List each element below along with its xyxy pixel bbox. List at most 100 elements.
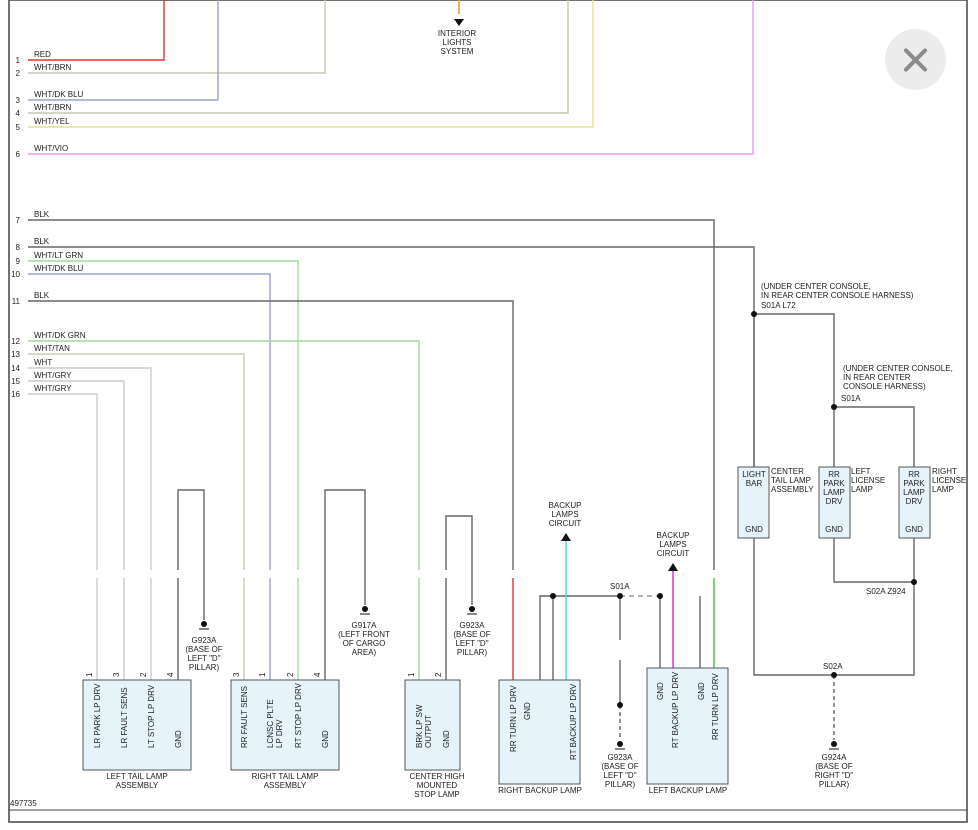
pin-number: 7 xyxy=(16,216,21,225)
ground-icon xyxy=(615,741,625,750)
ground-label: G917A (LEFT FRONT OF CARGO AREA) xyxy=(338,621,390,657)
rb-gnd xyxy=(539,595,620,680)
gnd-label: GND xyxy=(905,525,923,534)
wire-color-label: WHT xyxy=(34,358,52,367)
pin-function: GND xyxy=(442,730,451,748)
pin-number: 3 xyxy=(112,672,121,677)
pin-number: 2 xyxy=(16,69,21,78)
wire-color-label: WHT/VIO xyxy=(34,144,68,153)
wire-16 xyxy=(28,393,98,570)
arrow-down-icon xyxy=(454,19,464,26)
pin-function: LR PARK LP DRV xyxy=(93,683,102,748)
text-layer: 497735 INTERIOR LIGHTS SYSTEM 1 RED 2 WHT/BRN 3 W… xyxy=(10,29,966,808)
pin-number: 15 xyxy=(11,377,20,386)
ground-label: G924A (BASE OF RIGHT "D" PILLAR) xyxy=(815,753,854,789)
component-title: LEFT TAIL LAMP ASSEMBLY xyxy=(106,772,168,790)
circuit-note: BACKUP LAMPS CIRCUIT xyxy=(549,501,582,528)
pin-number: 4 xyxy=(16,109,21,118)
wire-color-label: WHT/BRN xyxy=(34,63,72,72)
pin-function: RT STOP LP DRV xyxy=(294,682,303,748)
wire-color-label: BLK xyxy=(34,291,50,300)
left-tail-wires xyxy=(96,578,152,680)
pin-number: 5 xyxy=(16,123,21,132)
pin-number: 6 xyxy=(16,150,21,159)
wiring-diagram: 497735 INTERIOR LIGHTS SYSTEM 1 RED 2 WHT/BRN 3 W… xyxy=(8,0,968,823)
wire-3 xyxy=(28,0,219,101)
pin-function: GND xyxy=(174,730,183,748)
lb-gnd xyxy=(659,596,701,668)
arrow-up-icon-2 xyxy=(668,563,678,571)
wire-color-label: WHT/TAN xyxy=(34,344,70,353)
pin-number: 3 xyxy=(16,96,21,105)
pin-function: GND xyxy=(697,682,706,700)
splice-label: S01A xyxy=(610,582,630,591)
wire-color-label: WHT/DK BLU xyxy=(34,90,84,99)
pin-number: 8 xyxy=(16,243,21,252)
pin-function: RR TURN LP DRV xyxy=(711,673,720,740)
diagram-viewer: 497735 INTERIOR LIGHTS SYSTEM 1 RED 2 WHT/BRN 3 W… xyxy=(0,0,978,830)
wire-6 xyxy=(28,0,754,155)
pin-number: 2 xyxy=(286,672,295,677)
pin-function: RR FAULT SENS xyxy=(240,686,249,748)
upper-connector-wires xyxy=(28,0,754,155)
pin-number: 13 xyxy=(11,350,20,359)
pin-function: GND xyxy=(523,702,532,720)
pin-number: 12 xyxy=(11,337,20,346)
gnd-label: GND xyxy=(745,525,763,534)
component-title: CENTER TAIL LAMP ASSEMBLY xyxy=(771,467,814,494)
component-title: RIGHT BACKUP LAMP xyxy=(498,786,582,795)
wire-color-label: WHT/LT GRN xyxy=(34,251,83,260)
wire-color-label: WHT/DK GRN xyxy=(34,331,86,340)
close-button[interactable] xyxy=(885,29,946,90)
ground-icon xyxy=(829,741,839,750)
wire-color-label: BLK xyxy=(34,210,50,219)
wire-color-label: WHT/DK BLU xyxy=(34,264,84,273)
pin-number: 3 xyxy=(232,672,241,677)
pin-number: 4 xyxy=(166,672,175,677)
wire-4 xyxy=(28,0,569,114)
wire-color-label: WHT/BRN xyxy=(34,103,72,112)
pin-function: RR TURN LP DRV xyxy=(509,685,518,752)
splice-label: S01A xyxy=(841,394,861,403)
wire-color-label: RED xyxy=(34,50,51,59)
ground-icon xyxy=(467,606,477,615)
ground-label: G923A (BASE OF LEFT "D" PILLAR) xyxy=(601,753,638,789)
pin-number: 4 xyxy=(313,672,322,677)
right-gnd xyxy=(753,538,915,676)
splice-label: S02A Z924 xyxy=(866,587,906,596)
component-title: RIGHT LICENSE LAMP xyxy=(932,467,966,494)
component-title: RIGHT TAIL LAMP ASSEMBLY xyxy=(252,772,319,790)
wire-9 xyxy=(28,260,299,570)
pin-number: 1 xyxy=(85,672,94,677)
pin-function: RT BACKUP LP DRV xyxy=(671,671,680,748)
wire-2 xyxy=(28,0,326,74)
circuit-note: BACKUP LAMPS CIRCUIT xyxy=(657,531,690,558)
wire-10 xyxy=(28,273,271,570)
pin-function: LT STOP LP DRV xyxy=(147,684,156,748)
component-title: LEFT BACKUP LAMP xyxy=(649,786,727,795)
gnd-label: GND xyxy=(825,525,843,534)
ground-label: G923A (BASE OF LEFT "D" PILLAR) xyxy=(453,621,490,657)
wire-12 xyxy=(28,340,420,570)
ground-icon xyxy=(360,606,370,615)
pin-number: 11 xyxy=(12,297,21,306)
pin-function: RT BACKUP LP DRV xyxy=(569,683,578,760)
pin-number: 2 xyxy=(139,672,148,677)
pin-function: GND xyxy=(656,682,665,700)
location-note: (UNDER CENTER CONSOLE, IN REAR CENTER CONS… xyxy=(843,364,953,391)
pin-number: 1 xyxy=(258,672,267,677)
component-title: CENTER HIGH MOUNTED STOP LAMP xyxy=(409,772,464,799)
wire-8 xyxy=(28,246,755,470)
location-note: (UNDER CENTER CONSOLE, IN REAR CENTER CON… xyxy=(761,282,914,300)
pin-number: 10 xyxy=(11,270,20,279)
splice-label: S01A L72 xyxy=(761,301,796,310)
ground-label: G923A (BASE OF LEFT "D" PILLAR) xyxy=(185,636,222,672)
wire-color-label: WHT/GRY xyxy=(34,384,72,393)
wire-color-label: WHT/YEL xyxy=(34,117,70,126)
wire-5 xyxy=(28,0,594,128)
splice-label: S02A xyxy=(823,662,843,671)
wire-color-label: WHT/GRY xyxy=(34,371,72,380)
wire-14 xyxy=(28,367,152,570)
wire-7 xyxy=(28,219,715,570)
wire-color-label: BLK xyxy=(34,237,50,246)
